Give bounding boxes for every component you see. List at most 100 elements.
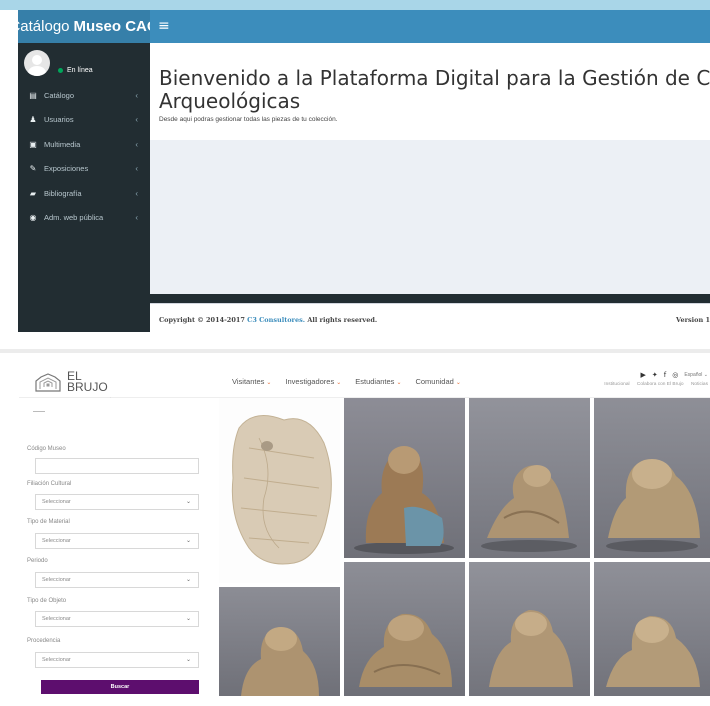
periodo-select[interactable]: Seleccionar ⌄ [35,572,199,588]
filter-divider [33,411,45,412]
admin-content: Bienvenido a la Plataforma Digital para … [150,43,710,294]
filiacion-select[interactable]: Seleccionar ⌄ [35,494,199,510]
chevron-down-icon: ⌄ [185,538,191,544]
sidebar-item-catalogo[interactable]: ▤ Catálogo ‹ [18,83,150,108]
public-site-screenshot: EL BRUJO COMPLEJO ARQUEOLÓGICO Visitante… [19,365,710,696]
globe-icon: ◉ [29,213,37,223]
avatar [24,50,50,76]
procedencia-label: Procedencia [27,638,61,644]
social-links: ▶ ✦ f ◎ Español ⌄ [598,371,708,379]
chevron-down-icon: ⌄ [185,616,191,622]
version-label: Version 1 [676,316,710,324]
copyright-prefix: Copyright © 2014-2017 [159,316,245,324]
logo-line-2: BRUJO [67,380,108,394]
sidebar-item-bibliografia[interactable]: ▰ Bibliografía ‹ [18,181,150,206]
online-dot-icon [58,67,63,73]
copyright-suffix: All rights reserved. [307,316,378,324]
screenshot-divider [0,349,710,353]
sidebar-item-multimedia[interactable]: ▣ Multimedia ‹ [18,132,150,157]
bundle-artifact-image [606,459,700,552]
filiacion-label: Filiación Cultural [27,481,72,487]
bundle-artifact-image [606,616,700,687]
sidebar-item-exposiciones[interactable]: ✎ Exposiciones ‹ [18,157,150,182]
chevron-down-icon: ⌄ [185,577,191,583]
chevron-down-icon: ⌄ [396,380,402,386]
sidebar-item-label: Bibliografía [44,188,82,198]
sidebar-item-label: Adm. web pública [44,213,104,223]
copyright: Copyright © 2014-2017 C3 Consultores. Al… [159,316,377,324]
nav-visitantes[interactable]: Visitantes ⌄ [232,377,271,386]
top-band [0,0,710,10]
site-nav: Visitantes ⌄ Investigadores ⌄ Estudiantes ⌄… [232,377,475,386]
nav-label: Comunidad [415,377,454,386]
select-value: Seleccionar [42,616,71,622]
sidebar-menu: ▤ Catálogo ‹ ♟ Usuarios ‹ ▣ Multimedia ‹… [18,83,150,230]
codigo-label: Código Museo [27,446,66,452]
sidebar-item-label: Multimedia [44,139,81,149]
chevron-down-icon: ⌄ [455,380,461,386]
admin-navbar: ≡ [150,10,710,43]
admin-footer: Copyright © 2014-2017 C3 Consultores. Al… [150,303,710,332]
gallery-item[interactable] [594,562,710,696]
gallery-item[interactable] [344,398,465,558]
chevron-left-icon: ‹ [135,139,138,149]
site-header: EL BRUJO COMPLEJO ARQUEOLÓGICO Visitante… [19,365,710,402]
user-status: En línea [58,67,93,74]
facebook-icon[interactable]: f [664,371,666,379]
chevron-left-icon: ‹ [135,188,138,198]
hamburger-icon[interactable]: ≡ [158,18,170,34]
gallery-item[interactable] [469,398,590,558]
chevron-left-icon: ‹ [135,115,138,125]
image-icon: ▣ [29,139,37,149]
admin-logo[interactable]: Catálogo Museo CAO [18,10,159,43]
select-value: Seleccionar [42,499,71,505]
bundle-artifact-image [481,465,577,552]
page-title: Bienvenido a la Plataforma Digital para … [159,66,710,113]
codigo-input[interactable] [35,458,199,474]
procedencia-select[interactable]: Seleccionar ⌄ [35,652,199,668]
link-colabora[interactable]: Colabora con El Brujo [637,382,684,387]
nav-label: Visitantes [232,377,265,386]
gallery-item[interactable] [469,562,590,696]
objeto-label: Tipo de Objeto [27,598,67,604]
link-institucional[interactable]: Institucional [604,382,629,387]
youtube-icon[interactable]: ▶ [640,371,645,379]
chevron-left-icon: ‹ [135,213,138,223]
instagram-icon[interactable]: ◎ [672,371,678,379]
nav-estudiantes[interactable]: Estudiantes ⌄ [355,377,401,386]
content-header: Bienvenido a la Plataforma Digital para … [150,43,710,140]
bundle-artifact-image [241,627,319,696]
gallery-item[interactable] [219,587,340,696]
objeto-select[interactable]: Seleccionar ⌄ [35,611,199,627]
nav-investigadores[interactable]: Investigadores ⌄ [285,377,341,386]
material-label: Tipo de Material [27,519,70,525]
brand-name: Museo CAO [73,18,159,35]
sidebar-item-adm-web[interactable]: ◉ Adm. web pública ‹ [18,206,150,231]
gallery-item[interactable] [344,562,465,696]
bundle-artifact-image [354,446,454,554]
sidebar-item-usuarios[interactable]: ♟ Usuarios ‹ [18,108,150,133]
admin-panel-screenshot: Catálogo Museo CAO ≡ En línea ▤ Catálogo… [18,10,710,332]
chevron-down-icon: ⌄ [185,499,191,505]
twitter-icon[interactable]: ✦ [652,371,658,379]
filter-panel: Código Museo Filiación Cultural Seleccio… [19,398,209,696]
content-bottom-bar [150,294,710,303]
link-noticias[interactable]: Noticias [691,382,708,387]
gallery-item[interactable] [594,398,710,558]
gallery-item[interactable] [219,398,340,583]
chevron-down-icon: ⌄ [266,380,272,386]
brand-prefix: Catálogo [18,18,70,35]
brush-icon: ✎ [29,164,37,174]
nav-label: Estudiantes [355,377,395,386]
company-link[interactable]: C3 Consultores. [247,316,305,324]
language-select[interactable]: Español ⌄ [684,372,708,378]
chevron-left-icon: ‹ [135,90,138,100]
top-links: Institucional Colabora con El Brujo Noti… [598,382,708,387]
language-label: Español [684,372,703,378]
search-button[interactable]: Buscar [41,680,199,694]
nav-comunidad[interactable]: Comunidad ⌄ [415,377,460,386]
sidebar-item-label: Catálogo [44,90,75,100]
user-panel: En línea [24,50,93,76]
material-select[interactable]: Seleccionar ⌄ [35,533,199,549]
chevron-left-icon: ‹ [135,164,138,174]
